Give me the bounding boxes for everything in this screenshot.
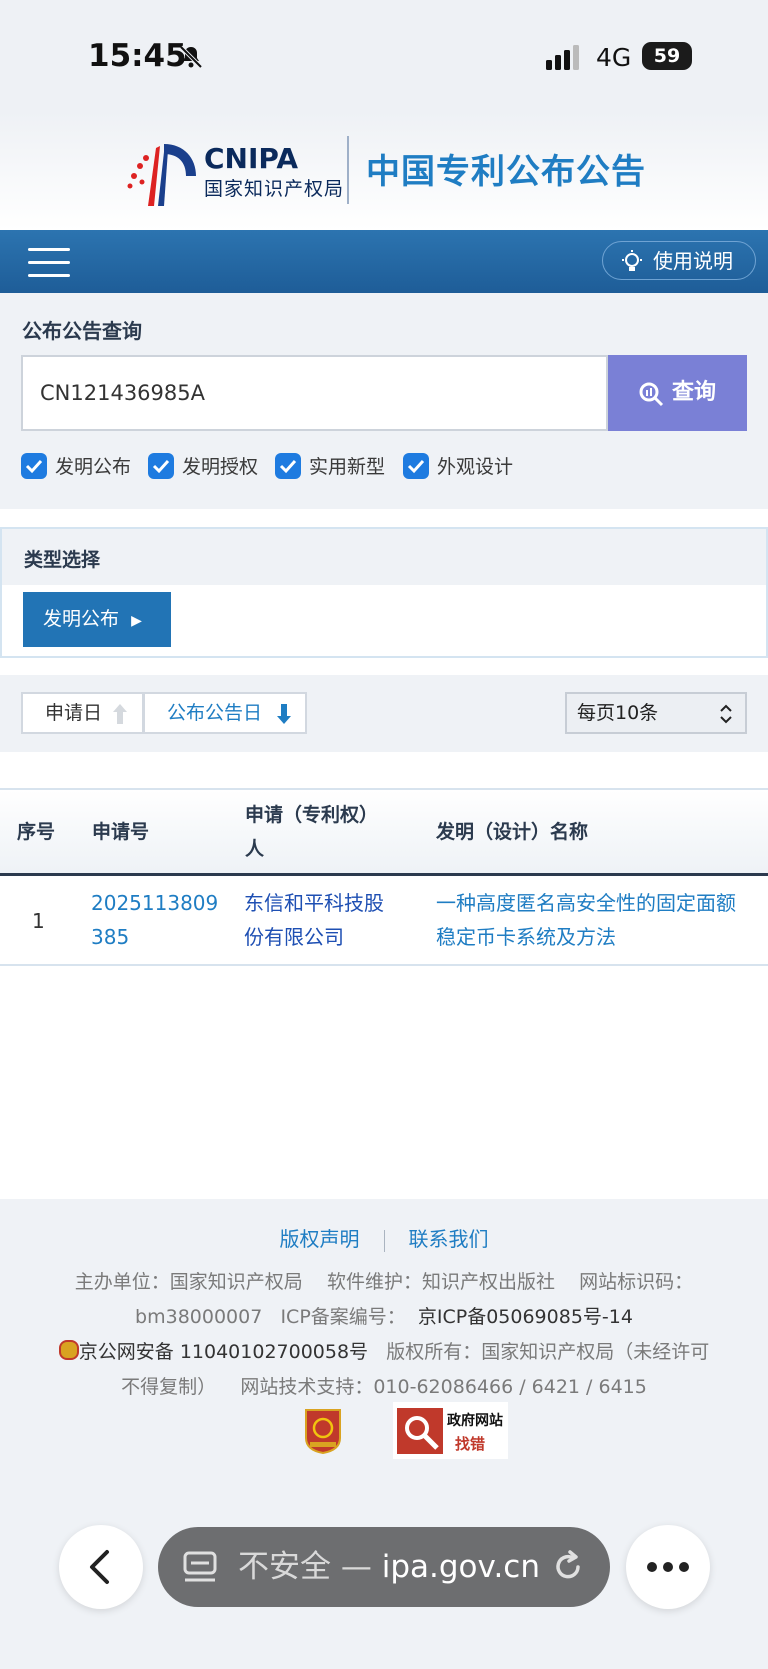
- tab-overview-icon: [183, 1551, 217, 1582]
- table-header: 序号 申请号 申请（专利权）人 发明（设计）名称: [0, 788, 768, 876]
- query-title: 公布公告查询: [22, 319, 142, 343]
- footer-rights-b: 不得复制）: [121, 1376, 217, 1398]
- checkbox-label: 外观设计: [437, 456, 514, 478]
- footer-links: 版权声明 联系我们: [0, 1223, 768, 1252]
- checkbox-label: 发明公布: [55, 456, 132, 478]
- copyright-link[interactable]: 版权声明: [280, 1227, 360, 1251]
- checkbox-checked-icon: [275, 453, 301, 479]
- application-number-line: 385: [91, 925, 130, 949]
- logo-text-en: CNIPA: [204, 142, 299, 175]
- footer-line-icp: bm38000007 ICP备案编号： 京ICP备05069085号-14: [0, 1302, 768, 1329]
- type-select-panel: 类型选择 发明公布 ▶: [0, 527, 768, 658]
- type-invention-publication-button[interactable]: 发明公布 ▶: [23, 592, 171, 647]
- lightbulb-icon: [622, 250, 642, 271]
- site-header: CNIPA 国家知识产权局 中国专利公布公告: [0, 112, 768, 230]
- checkbox-checked-icon: [21, 453, 47, 479]
- network-type: 4G: [596, 43, 632, 72]
- footer-icp-value[interactable]: 京ICP备05069085号-14: [418, 1306, 633, 1328]
- cnipa-logo-icon: [127, 144, 196, 206]
- footer-support: 网站技术支持：010-62086466 / 6421 / 6415: [240, 1376, 647, 1398]
- search-icon: [639, 382, 664, 407]
- application-number-line: 2025113809: [91, 891, 219, 915]
- invention-title-line: 一种高度匿名高安全性的固定面额: [436, 891, 736, 915]
- gov-badge-top-text: 政府网站: [447, 1413, 503, 1429]
- footer-line-support: 不得复制） 网站技术支持：010-62086466 / 6421 / 6415: [0, 1372, 768, 1399]
- more-dots-icon: [647, 1562, 689, 1572]
- bell-off-icon: [179, 45, 203, 69]
- party-organization-badge-icon[interactable]: [302, 1408, 344, 1454]
- type-button-label: 发明公布: [43, 608, 120, 630]
- address-bar[interactable]: 不安全 — ipa.gov.cn: [158, 1527, 610, 1607]
- header-index: 序号: [17, 821, 56, 843]
- arrow-down-icon: [277, 704, 291, 724]
- footer-police-record[interactable]: 京公网安备 11040102700058号: [79, 1341, 368, 1363]
- arrow-up-icon: [113, 704, 127, 724]
- signal-icon: [546, 45, 579, 70]
- applicant-link[interactable]: 东信和平科技股 份有限公司: [244, 886, 384, 954]
- contact-link[interactable]: 联系我们: [409, 1227, 489, 1251]
- help-button[interactable]: 使用说明: [602, 241, 756, 280]
- magnifier-icon: [397, 1408, 443, 1454]
- sort-publish-date-button[interactable]: 公布公告日: [143, 692, 307, 734]
- query-panel: 公布公告查询 CN121436985A 查询 发明公布 发明授权 实用新型 外观…: [0, 293, 768, 509]
- sort-apply-date-label: 申请日: [45, 702, 103, 724]
- invention-title-link[interactable]: 一种高度匿名高安全性的固定面额 稳定币卡系统及方法: [436, 886, 736, 954]
- menu-icon-line: [28, 248, 70, 251]
- security-label: 不安全 —: [238, 1549, 372, 1585]
- table-row: 1 2025113809 385 东信和平科技股 份有限公司 一种高度匿名高安全…: [0, 876, 768, 966]
- sort-bar: 申请日 公布公告日 每页10条: [0, 675, 768, 752]
- type-select-header: 类型选择: [2, 529, 766, 585]
- type-select-title: 类型选择: [24, 549, 101, 571]
- footer-host: 主办单位：国家知识产权局: [74, 1271, 303, 1293]
- url-domain: ipa.gov.cn: [381, 1549, 540, 1585]
- search-label: 查询: [672, 380, 717, 405]
- chevron-left-icon: [90, 1550, 109, 1584]
- logo-text-cn: 国家知识产权局: [204, 178, 345, 200]
- row-index: 1: [32, 909, 45, 933]
- page-size-value: 每页10条: [577, 702, 659, 724]
- menu-icon-line: [28, 274, 70, 277]
- applicant-line: 份有限公司: [244, 925, 344, 949]
- menu-button[interactable]: [28, 248, 70, 278]
- footer-link-divider: [383, 1229, 385, 1252]
- checkbox-checked-icon: [148, 453, 174, 479]
- header-application-number: 申请号: [92, 821, 150, 843]
- application-number-link[interactable]: 2025113809 385: [91, 886, 218, 954]
- page-size-select[interactable]: 每页10条: [565, 692, 747, 734]
- gov-badge-bottom-text: 找错: [455, 1435, 486, 1453]
- footer-line-police: 京公网安备 11040102700058号 版权所有：国家知识产权局（未经许可: [0, 1337, 768, 1364]
- invention-title-line: 稳定币卡系统及方法: [436, 925, 616, 949]
- battery-indicator: 59: [642, 42, 692, 70]
- chevron-updown-icon: [720, 704, 732, 724]
- reload-icon[interactable]: [550, 1549, 586, 1585]
- checkbox-checked-icon: [403, 453, 429, 479]
- police-badge-icon: [58, 1340, 79, 1360]
- caret-right-icon: ▶: [131, 613, 142, 629]
- header-divider: [347, 136, 349, 204]
- footer-site-code-label: 网站标识码：: [579, 1271, 694, 1293]
- status-time: 15:45: [88, 38, 187, 74]
- header-applicant: 申请（专利权）人: [245, 804, 379, 860]
- gov-site-error-report-badge[interactable]: 政府网站 找错: [393, 1402, 508, 1459]
- help-label: 使用说明: [653, 249, 733, 273]
- checkbox-label: 发明授权: [182, 456, 259, 478]
- search-input[interactable]: CN121436985A: [21, 355, 608, 431]
- applicant-line: 东信和平科技股: [244, 891, 384, 915]
- header-title: 发明（设计）名称: [436, 821, 589, 843]
- footer-maintainer: 软件维护：知识产权出版社: [326, 1271, 555, 1293]
- footer-icp-label: ICP备案编号：: [280, 1306, 406, 1328]
- checkbox-label: 实用新型: [309, 456, 386, 478]
- status-bar: 15:45 4G 59: [0, 0, 768, 112]
- sort-apply-date-button[interactable]: 申请日: [21, 692, 144, 734]
- navbar: 使用说明: [0, 230, 768, 293]
- more-button[interactable]: [626, 1525, 710, 1609]
- back-button[interactable]: [59, 1525, 143, 1609]
- search-button[interactable]: 查询: [608, 355, 747, 431]
- footer-site-code: bm38000007: [135, 1306, 263, 1328]
- site-title: 中国专利公布公告: [366, 152, 646, 192]
- footer-line-host: 主办单位：国家知识产权局 软件维护：知识产权出版社 网站标识码：: [0, 1267, 768, 1294]
- sort-publish-date-label: 公布公告日: [167, 702, 263, 724]
- footer-rights-a: 版权所有：国家知识产权局（未经许可: [386, 1341, 710, 1363]
- menu-icon-line: [28, 261, 70, 264]
